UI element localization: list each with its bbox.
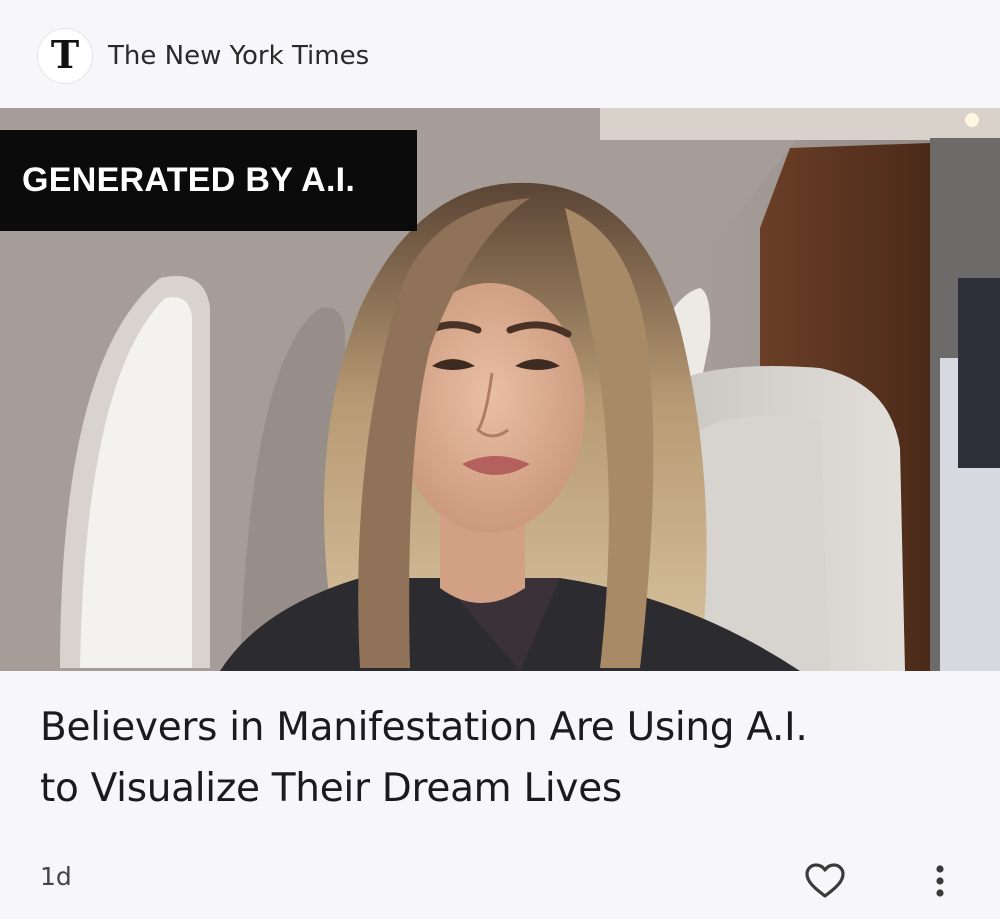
like-button[interactable]	[800, 856, 850, 906]
hero-image[interactable]: GENERATED BY A.I.	[0, 108, 1000, 671]
news-card[interactable]: T The New York Times GENERATED BY A.I. B…	[0, 0, 1000, 919]
headline[interactable]: Believers in Manifestation Are Using A.I…	[40, 697, 970, 819]
published-age: 1d	[40, 862, 72, 891]
more-vertical-icon	[936, 865, 944, 897]
headline-line-2: to Visualize Their Dream Lives	[40, 766, 622, 811]
more-options-button[interactable]	[918, 856, 962, 906]
ai-generated-label: GENERATED BY A.I.	[0, 130, 417, 231]
heart-icon	[805, 863, 845, 898]
headline-line-1: Believers in Manifestation Are Using A.I…	[40, 705, 808, 750]
nyt-logo-icon: T	[38, 29, 92, 83]
source-name: The New York Times	[108, 41, 370, 71]
source-row[interactable]: T The New York Times	[38, 28, 369, 84]
nyt-logo-glyph: T	[50, 32, 80, 77]
